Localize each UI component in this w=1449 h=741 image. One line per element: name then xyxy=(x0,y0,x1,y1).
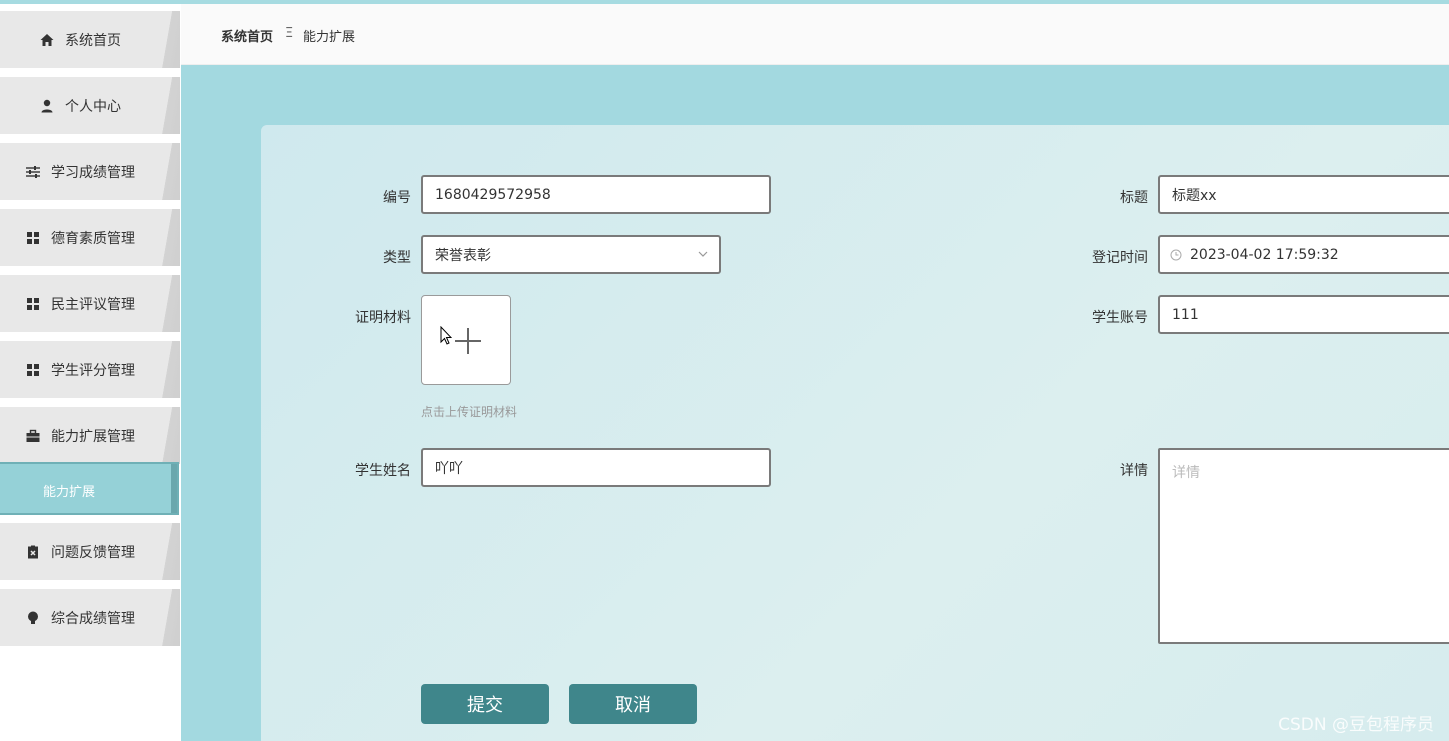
clock-icon xyxy=(1170,249,1182,261)
watermark: CSDN @豆包程序员 xyxy=(1278,715,1434,735)
sidebar-item-home[interactable]: 系统首页 xyxy=(0,11,180,68)
details-label: 详情 xyxy=(1120,463,1148,479)
proof-upload-hint: 点击上传证明材料 xyxy=(421,405,518,419)
submit-button[interactable]: 提交 xyxy=(421,684,549,724)
sidebar-item-label: 综合成绩管理 xyxy=(51,610,135,627)
breadcrumb-home[interactable]: 系统首页 xyxy=(221,26,273,45)
number-field[interactable]: 1680429572958 xyxy=(421,175,771,214)
title-field[interactable]: 标题xx xyxy=(1158,175,1449,214)
mouse-cursor-icon xyxy=(440,325,453,350)
home-icon xyxy=(39,32,55,48)
type-label: 类型 xyxy=(383,250,411,266)
sidebar-item-democratic[interactable]: 民主评议管理 xyxy=(0,275,180,332)
chevron-down-icon xyxy=(697,248,709,260)
sidebar-item-label: 德育素质管理 xyxy=(51,230,135,247)
sidebar-item-feedback[interactable]: 问题反馈管理 xyxy=(0,523,180,580)
sidebar-item-label: 能力扩展管理 xyxy=(51,428,135,445)
proof-upload-button[interactable] xyxy=(421,295,511,385)
sidebar-item-label: 学生评分管理 xyxy=(51,362,135,379)
proof-label: 证明材料 xyxy=(355,310,411,326)
student-name-field[interactable]: 吖吖 xyxy=(421,448,771,487)
breadcrumb-separator: Ξ xyxy=(285,26,294,41)
briefcase-icon xyxy=(25,428,41,444)
sidebar-item-overall[interactable]: 综合成绩管理 xyxy=(0,589,180,646)
student-account-label: 学生账号 xyxy=(1092,310,1148,326)
sidebar-item-scoring[interactable]: 学生评分管理 xyxy=(0,341,180,398)
details-placeholder: 详情 xyxy=(1172,465,1200,481)
sidebar-item-moral[interactable]: 德育素质管理 xyxy=(0,209,180,266)
student-name-value: 吖吖 xyxy=(435,460,463,477)
grid-icon xyxy=(25,296,41,312)
number-label: 编号 xyxy=(383,190,411,206)
type-value: 荣誉表彰 xyxy=(435,247,491,264)
details-textarea[interactable]: 详情 xyxy=(1158,448,1449,644)
grid-icon xyxy=(25,362,41,378)
grid-icon xyxy=(25,230,41,246)
sidebar-item-label: 问题反馈管理 xyxy=(51,544,135,561)
breadcrumb-current: 能力扩展 xyxy=(303,30,356,45)
plus-icon-vertical xyxy=(467,328,469,354)
sidebar-item-grades[interactable]: 学习成绩管理 xyxy=(0,143,180,200)
cancel-button[interactable]: 取消 xyxy=(569,684,697,724)
sidebar: 系统首页 个人中心 学习成绩管理 德育素质管理 民主评议管理 学生评分管理 能力… xyxy=(0,4,181,741)
student-name-label: 学生姓名 xyxy=(355,463,411,479)
sidebar-item-profile[interactable]: 个人中心 xyxy=(0,77,180,134)
student-account-field[interactable]: 111 xyxy=(1158,295,1449,334)
type-select[interactable]: 荣誉表彰 xyxy=(421,235,721,274)
sidebar-subitem-ability-extension[interactable]: 能力扩展 xyxy=(0,462,179,515)
sidebar-item-label: 学习成绩管理 xyxy=(51,164,135,181)
active-indicator xyxy=(171,464,177,513)
register-time-value: 2023-04-02 17:59:32 xyxy=(1190,246,1339,263)
main-content: 编号 1680429572958 标题 标题xx 类型 荣誉表彰 登记时间 20… xyxy=(181,65,1449,741)
bulb-icon xyxy=(25,610,41,626)
title-value: 标题xx xyxy=(1172,187,1217,204)
sliders-icon xyxy=(25,164,41,180)
student-account-value: 111 xyxy=(1172,306,1199,323)
form-card: 编号 1680429572958 标题 标题xx 类型 荣誉表彰 登记时间 20… xyxy=(261,125,1449,741)
number-value: 1680429572958 xyxy=(435,186,551,203)
breadcrumb: 系统首页 Ξ 能力扩展 xyxy=(181,4,1449,65)
clipboard-x-icon xyxy=(25,544,41,560)
title-label: 标题 xyxy=(1120,190,1148,206)
user-icon xyxy=(39,98,55,114)
register-time-field[interactable]: 2023-04-02 17:59:32 xyxy=(1158,235,1449,274)
register-time-label: 登记时间 xyxy=(1092,250,1148,266)
sidebar-subitem-label: 能力扩展 xyxy=(43,485,96,500)
sidebar-item-label: 系统首页 xyxy=(65,32,121,49)
sidebar-item-ability[interactable]: 能力扩展管理 xyxy=(0,407,180,464)
sidebar-item-label: 个人中心 xyxy=(65,98,121,115)
sidebar-item-label: 民主评议管理 xyxy=(51,296,135,313)
